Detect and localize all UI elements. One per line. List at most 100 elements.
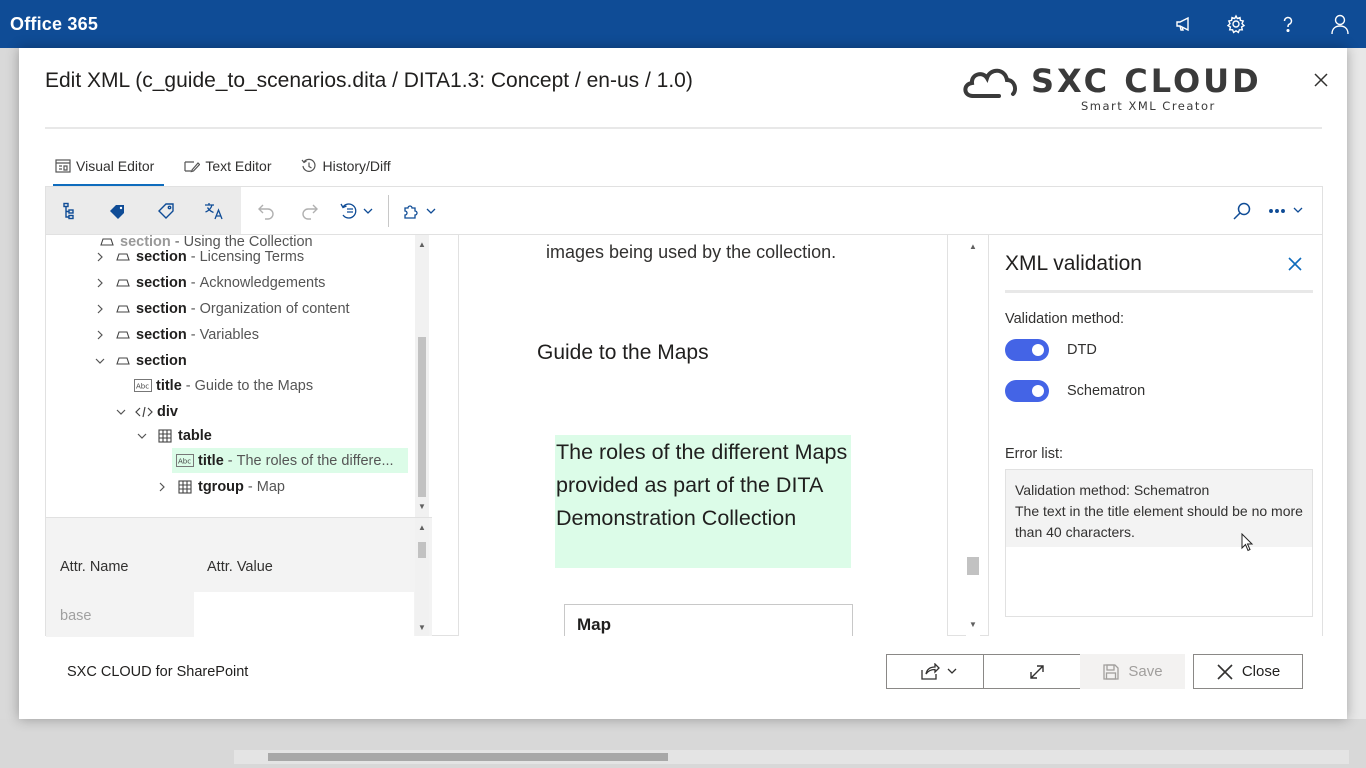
- chevron-down-icon[interactable]: [90, 351, 110, 371]
- section-icon: [114, 250, 132, 264]
- tree-row[interactable]: table: [132, 423, 220, 448]
- attribute-panel: Attr. Name Attr. Value base ▲ ▼: [46, 517, 432, 637]
- scroll-up-icon[interactable]: ▲: [415, 237, 429, 251]
- tree-row[interactable]: tgroup - Map: [152, 474, 285, 499]
- tree-row[interactable]: section - Organization of content: [90, 296, 350, 321]
- paragraph-text[interactable]: images being used by the collection.: [546, 239, 846, 266]
- tree-row[interactable]: section - Variables: [90, 322, 259, 347]
- scroll-up-icon[interactable]: ▲: [415, 520, 429, 534]
- background-horizontal-scrollbar[interactable]: [234, 750, 1349, 764]
- code-icon: [135, 405, 153, 419]
- scrollbar-thumb[interactable]: [418, 337, 426, 497]
- translate-icon[interactable]: [190, 187, 238, 234]
- visual-editor-icon: [55, 159, 71, 173]
- close-button[interactable]: Close: [1193, 654, 1303, 689]
- tag-icon[interactable]: [142, 187, 190, 234]
- dtd-toggle-row[interactable]: DTD: [1005, 339, 1097, 361]
- tab-visual-editor[interactable]: Visual Editor: [45, 146, 165, 186]
- editor-tabs: Visual Editor Text Editor History/Diff: [45, 146, 411, 186]
- scroll-down-icon[interactable]: ▼: [415, 620, 429, 634]
- element-name: tgroup: [198, 478, 244, 495]
- element-tree-panel: section - Using the Collection section - Lic…: [46, 235, 432, 517]
- tree-row[interactable]: Abc title - Guide to the Maps: [130, 373, 313, 398]
- attribute-value-input[interactable]: [194, 592, 414, 637]
- text-node-icon: Abc: [176, 454, 194, 468]
- scrollbar-thumb[interactable]: [967, 557, 979, 575]
- element-name: section: [136, 248, 187, 265]
- person-icon[interactable]: [1314, 0, 1366, 48]
- toolbar-edit-group: [244, 187, 445, 234]
- tags-icon[interactable]: [94, 187, 142, 234]
- background-page-right: [1347, 48, 1366, 768]
- chevron-right-icon[interactable]: [90, 247, 110, 267]
- tree-scrollbar[interactable]: ▲ ▼: [415, 235, 429, 517]
- scrollbar-thumb[interactable]: [268, 753, 668, 761]
- error-item[interactable]: Validation method: Schematron The text i…: [1006, 470, 1312, 547]
- save-button[interactable]: Save: [1080, 654, 1185, 689]
- scroll-up-icon[interactable]: ▲: [966, 239, 980, 253]
- document-scrollbar[interactable]: ▲ ▼: [966, 235, 980, 636]
- attribute-scrollbar[interactable]: ▲ ▼: [415, 518, 429, 636]
- tree-row[interactable]: section - Acknowledgements: [90, 270, 325, 295]
- element-label: Acknowledgements: [199, 274, 326, 291]
- scroll-down-icon[interactable]: ▼: [415, 499, 429, 513]
- more-options-icon[interactable]: [1262, 187, 1312, 234]
- svg-text:SXC CLOUD: SXC CLOUD: [1031, 62, 1262, 100]
- element-name: div: [157, 403, 178, 420]
- text-editor-icon: [184, 161, 201, 173]
- close-icon[interactable]: [1285, 254, 1305, 274]
- section-icon: [114, 328, 132, 342]
- chevron-down-icon[interactable]: [132, 426, 152, 446]
- toolbar-right-group: [1222, 187, 1312, 234]
- tree-view-icon[interactable]: [46, 187, 94, 234]
- sxc-cloud-logo: SXC CLOUD Smart XML Creator: [959, 56, 1289, 116]
- history-menu-icon[interactable]: [332, 187, 382, 234]
- document-view[interactable]: images being used by the collection. Gui…: [458, 235, 948, 636]
- element-label: Organization of content: [199, 300, 350, 317]
- suite-bar-icons: [1158, 0, 1366, 48]
- schematron-toggle-row[interactable]: Schematron: [1005, 380, 1145, 402]
- scrollbar-thumb[interactable]: [418, 542, 426, 558]
- megaphone-icon[interactable]: [1158, 0, 1210, 48]
- chevron-right-icon[interactable]: [90, 273, 110, 293]
- svg-text:Abc: Abc: [178, 458, 191, 466]
- chevron-right-icon[interactable]: [90, 325, 110, 345]
- dialog-title: Edit XML (c_guide_to_scenarios.dita / DI…: [45, 69, 693, 92]
- error-list-label: Error list:: [1005, 446, 1063, 462]
- redo-icon[interactable]: [288, 187, 332, 234]
- section-title[interactable]: Guide to the Maps: [537, 341, 709, 365]
- plugin-menu-icon[interactable]: [395, 187, 445, 234]
- undo-icon[interactable]: [244, 187, 288, 234]
- scroll-down-icon[interactable]: ▼: [966, 617, 980, 631]
- section-icon: [114, 302, 132, 316]
- search-icon[interactable]: [1222, 187, 1262, 234]
- svg-text:Abc: Abc: [136, 383, 149, 391]
- tree-row[interactable]: div: [111, 399, 186, 424]
- dtd-toggle[interactable]: [1005, 339, 1049, 361]
- table-title-highlighted[interactable]: The roles of the different Maps provided…: [555, 435, 851, 568]
- attribute-name: base: [60, 608, 92, 624]
- tree-row-selected[interactable]: Abc title - The roles of the differe...: [172, 448, 408, 473]
- chevron-right-icon[interactable]: [152, 477, 172, 497]
- schematron-toggle[interactable]: [1005, 380, 1049, 402]
- chevron-right-icon[interactable]: [90, 299, 110, 319]
- chevron-down-icon[interactable]: [111, 402, 131, 422]
- toggle-label: DTD: [1067, 342, 1097, 358]
- table-header-cell: Map: [577, 615, 611, 634]
- error-message: The text in the title element should be …: [1015, 503, 1303, 540]
- help-icon[interactable]: [1262, 0, 1314, 48]
- tree-row[interactable]: section - Licensing Terms: [90, 244, 304, 269]
- dialog-close-icon[interactable]: [1309, 68, 1333, 92]
- tab-text-editor[interactable]: Text Editor: [174, 146, 281, 186]
- attribute-row[interactable]: base: [46, 592, 414, 637]
- tree-row[interactable]: section: [90, 348, 195, 373]
- attr-name-header: Attr. Name: [60, 559, 129, 575]
- title-divider: [45, 127, 1322, 129]
- close-label: Close: [1241, 663, 1281, 680]
- map-table[interactable]: Map: [564, 604, 853, 636]
- tab-history-diff[interactable]: History/Diff: [291, 146, 400, 186]
- app-brand[interactable]: Office 365: [10, 14, 98, 35]
- gear-icon[interactable]: [1210, 0, 1262, 48]
- element-label: The roles of the differe...: [236, 452, 394, 469]
- tab-label: Visual Editor: [76, 158, 155, 174]
